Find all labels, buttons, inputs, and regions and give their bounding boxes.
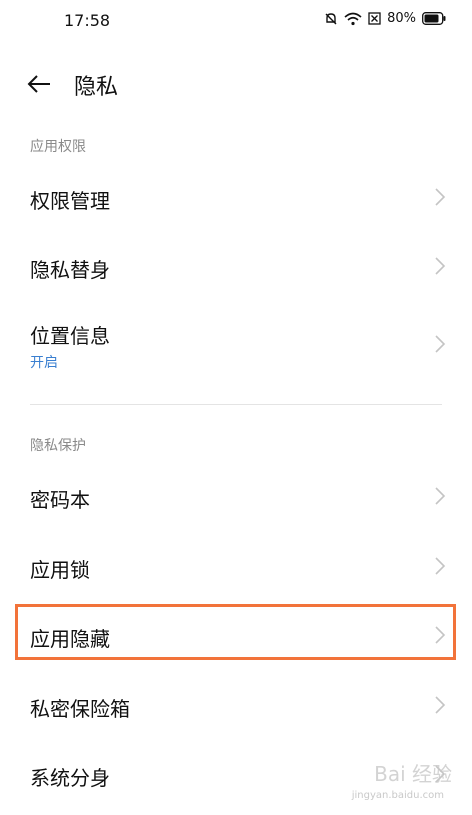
list-item-label: 位置信息	[30, 324, 110, 348]
section-divider	[30, 404, 442, 405]
list-item-label: 系统分身	[30, 766, 110, 790]
wifi-icon	[344, 12, 362, 26]
chevron-right-icon	[435, 188, 446, 206]
list-item-permission-management[interactable]: 权限管理	[0, 165, 472, 229]
location-status: 开启	[30, 355, 58, 371]
list-item-label: 私密保险箱	[30, 697, 130, 721]
list-item-privacy-substitute[interactable]: 隐私替身	[0, 234, 472, 298]
status-time: 17:58	[64, 11, 111, 30]
chevron-right-icon	[435, 696, 446, 714]
list-item-label: 权限管理	[30, 189, 110, 213]
back-arrow-icon	[27, 75, 50, 93]
highlight-annotation-box	[15, 604, 456, 660]
list-item-private-safe[interactable]: 私密保险箱	[0, 673, 472, 737]
chevron-right-icon	[435, 335, 446, 353]
status-bar: 17:58 80%	[0, 0, 472, 42]
list-item-label: 密码本	[30, 488, 90, 512]
list-item-app-lock[interactable]: 应用锁	[0, 534, 472, 598]
section-label-privacy-protection: 隐私保护	[30, 438, 86, 454]
chevron-right-icon	[435, 487, 446, 505]
back-button[interactable]	[24, 70, 54, 98]
list-item-label: 应用锁	[30, 558, 90, 582]
status-icons: 80%	[324, 11, 446, 26]
list-item-location[interactable]: 位置信息 开启	[0, 304, 472, 384]
battery-icon	[422, 12, 446, 25]
chevron-right-icon	[435, 257, 446, 275]
baidu-watermark-url: jingyan.baidu.com	[351, 790, 444, 801]
page-header: 隐私	[0, 60, 472, 108]
list-item-label: 隐私替身	[30, 258, 110, 282]
chevron-right-icon	[435, 557, 446, 575]
no-sim-icon	[368, 12, 381, 25]
mute-bell-icon	[324, 12, 338, 26]
battery-percent: 80%	[387, 11, 416, 26]
baidu-watermark: Bai 经验	[374, 762, 452, 786]
page-title: 隐私	[74, 75, 119, 100]
list-item-password-book[interactable]: 密码本	[0, 464, 472, 528]
section-label-app-permissions: 应用权限	[30, 139, 86, 155]
